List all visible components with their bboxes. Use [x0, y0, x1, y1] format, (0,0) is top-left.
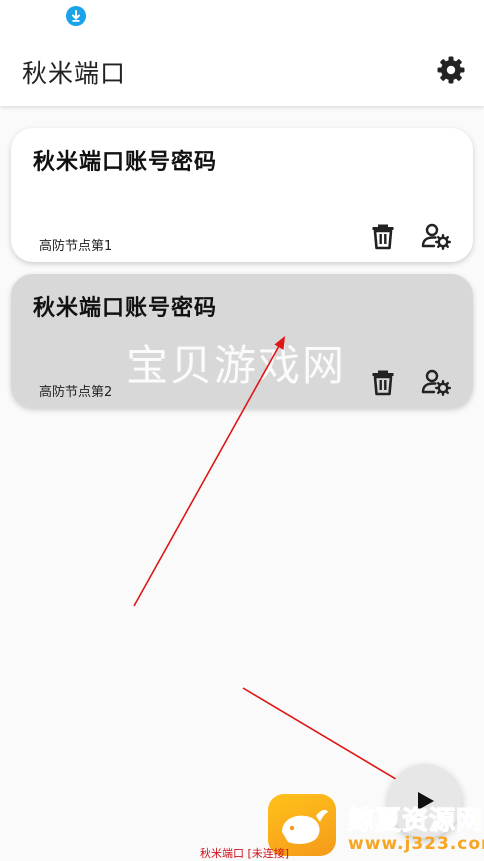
card-subtitle: 高防节点第1 — [39, 239, 113, 254]
connection-status: 秋米端口 [未连接] — [200, 847, 290, 860]
app-bar: 秋米端口 — [0, 34, 484, 106]
user-settings-icon[interactable] — [421, 222, 452, 251]
card-subtitle: 高防节点第2 — [39, 385, 113, 400]
brand-name: 鲸夏资源网 — [347, 806, 484, 837]
card-title: 秋米端口账号密码 — [33, 150, 218, 175]
gear-icon[interactable] — [436, 55, 466, 85]
status-bar — [0, 0, 484, 34]
watermark-text: 宝贝游戏网 — [126, 341, 347, 390]
download-icon — [66, 6, 86, 26]
card-title: 秋米端口账号密码 — [33, 296, 218, 321]
user-settings-icon[interactable] — [421, 368, 452, 397]
account-card-1[interactable]: 秋米端口账号密码 高防节点第1 — [11, 128, 473, 262]
brand-url: www.j323.com — [348, 834, 484, 854]
trash-icon[interactable] — [369, 368, 397, 396]
app-title: 秋米端口 — [22, 59, 127, 88]
trash-icon[interactable] — [369, 222, 397, 250]
